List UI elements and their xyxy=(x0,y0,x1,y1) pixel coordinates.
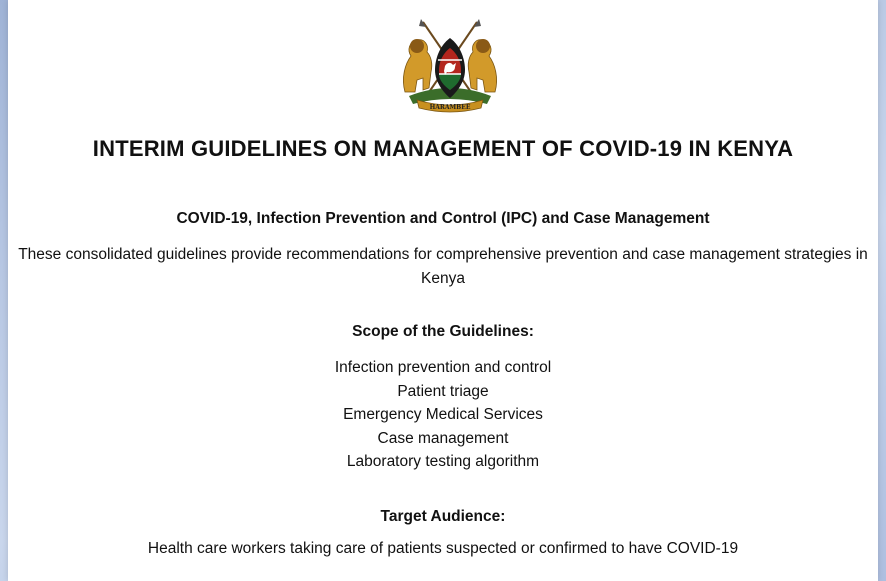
svg-text:HARAMBEE: HARAMBEE xyxy=(430,104,471,111)
list-item: Emergency Medical Services xyxy=(343,406,543,423)
list-item: Laboratory testing algorithm xyxy=(346,453,540,470)
scope-list: Infection prevention and control Patient… xyxy=(8,356,878,474)
document-page: HARAMBEE INTERIM GUIDELINES ON MANAGEMEN… xyxy=(8,0,878,581)
document-subtitle: COVID-19, Infection Prevention and Contr… xyxy=(176,210,710,227)
audience-heading: Target Audience: xyxy=(380,508,506,525)
kenya-coat-of-arms-icon: HARAMBEE xyxy=(403,19,497,113)
list-item: Infection prevention and control xyxy=(334,359,552,376)
scope-heading: Scope of the Guidelines: xyxy=(352,323,534,340)
list-item: Case management xyxy=(377,429,509,447)
document-title: INTERIM GUIDELINES ON MANAGEMENT OF COVI… xyxy=(92,136,794,161)
list-item: Patient triage xyxy=(397,382,489,400)
intro-paragraph: These consolidated guidelines provide re… xyxy=(18,246,868,287)
audience-text: Health care workers taking care of patie… xyxy=(147,540,739,557)
